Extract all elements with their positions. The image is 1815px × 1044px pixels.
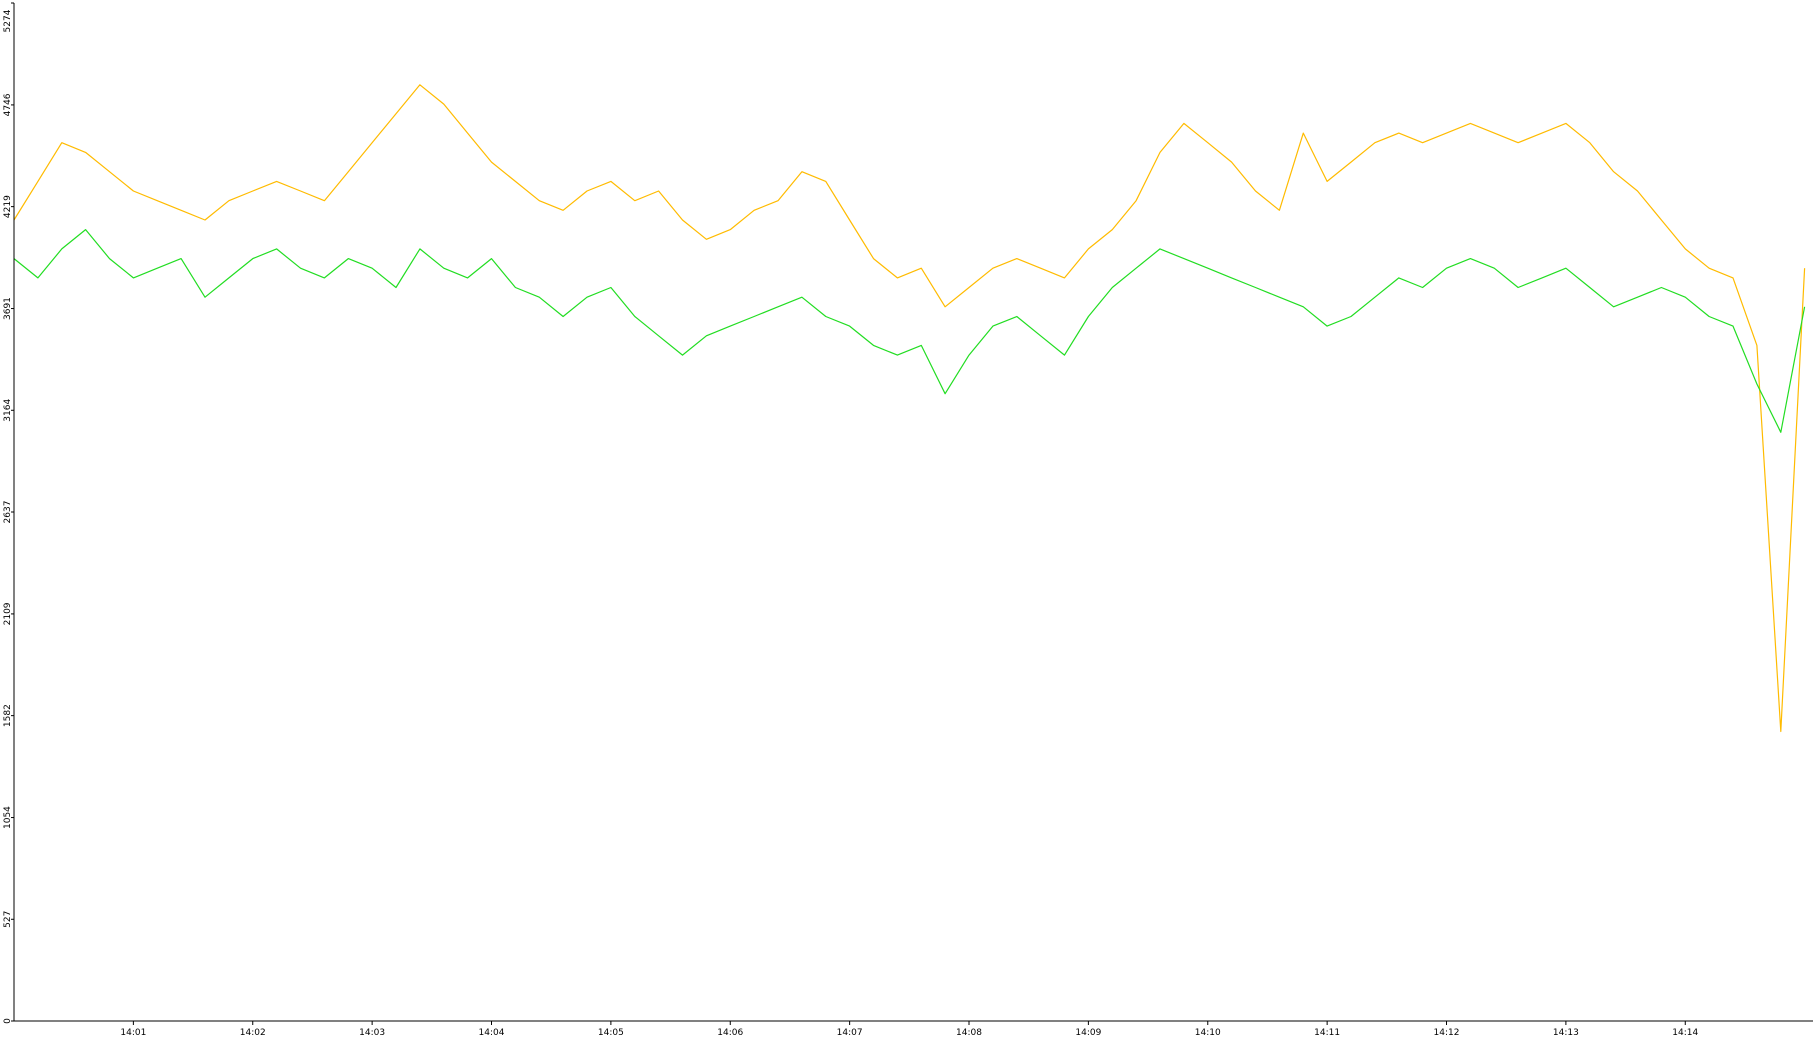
- x-tick-label: 14:02: [240, 1028, 266, 1038]
- x-tick-label: 14:01: [120, 1028, 146, 1038]
- y-tick-label: 1582: [3, 704, 13, 727]
- line-chart: 0 527 1054 1582 2109 2637 3164 3691 4219 4746 5274…: [3, 2, 1813, 1038]
- y-axis: 0 527 1054 1582 2109 2637 3164 3691 4219 4746 5274: [3, 2, 15, 1024]
- x-tick-label: 14:09: [1075, 1028, 1101, 1038]
- x-tick-label: 14:12: [1434, 1028, 1460, 1038]
- series-1-line: [13, 229, 1806, 433]
- x-tick-label: 14:05: [598, 1028, 624, 1038]
- x-tick-label: 14:04: [479, 1028, 505, 1038]
- y-tick-label: 5274: [3, 9, 13, 32]
- plot-area: [13, 84, 1806, 733]
- x-axis: 14:01 14:02 14:03 14:04 14:05 14:06 14:07 14:08…: [14, 1020, 1813, 1038]
- x-tick-label: 14:07: [837, 1028, 863, 1038]
- x-tick-label: 14:11: [1314, 1028, 1340, 1038]
- series-0-line: [13, 84, 1806, 733]
- y-tick-label: 3691: [3, 297, 13, 320]
- y-tick-label: 2109: [3, 602, 13, 625]
- y-tick-label: 527: [3, 911, 13, 928]
- x-tick-label: 14:14: [1672, 1028, 1698, 1038]
- y-tick-label: 4746: [3, 93, 13, 116]
- y-tick-label: 4219: [3, 195, 13, 218]
- x-tick-label: 14:06: [717, 1028, 743, 1038]
- x-tick-label: 14:13: [1553, 1028, 1579, 1038]
- chart-root: 0 527 1054 1582 2109 2637 3164 3691 4219 4746 5274…: [0, 0, 1815, 1039]
- x-tick-label: 14:08: [956, 1028, 982, 1038]
- x-tick-label: 14:03: [359, 1028, 385, 1038]
- y-tick-label: 3164: [3, 399, 13, 422]
- y-tick-label: 1054: [3, 806, 13, 829]
- y-tick-label: 0: [3, 1018, 13, 1024]
- y-tick-label: 2637: [3, 501, 13, 524]
- x-tick-label: 14:10: [1195, 1028, 1221, 1038]
